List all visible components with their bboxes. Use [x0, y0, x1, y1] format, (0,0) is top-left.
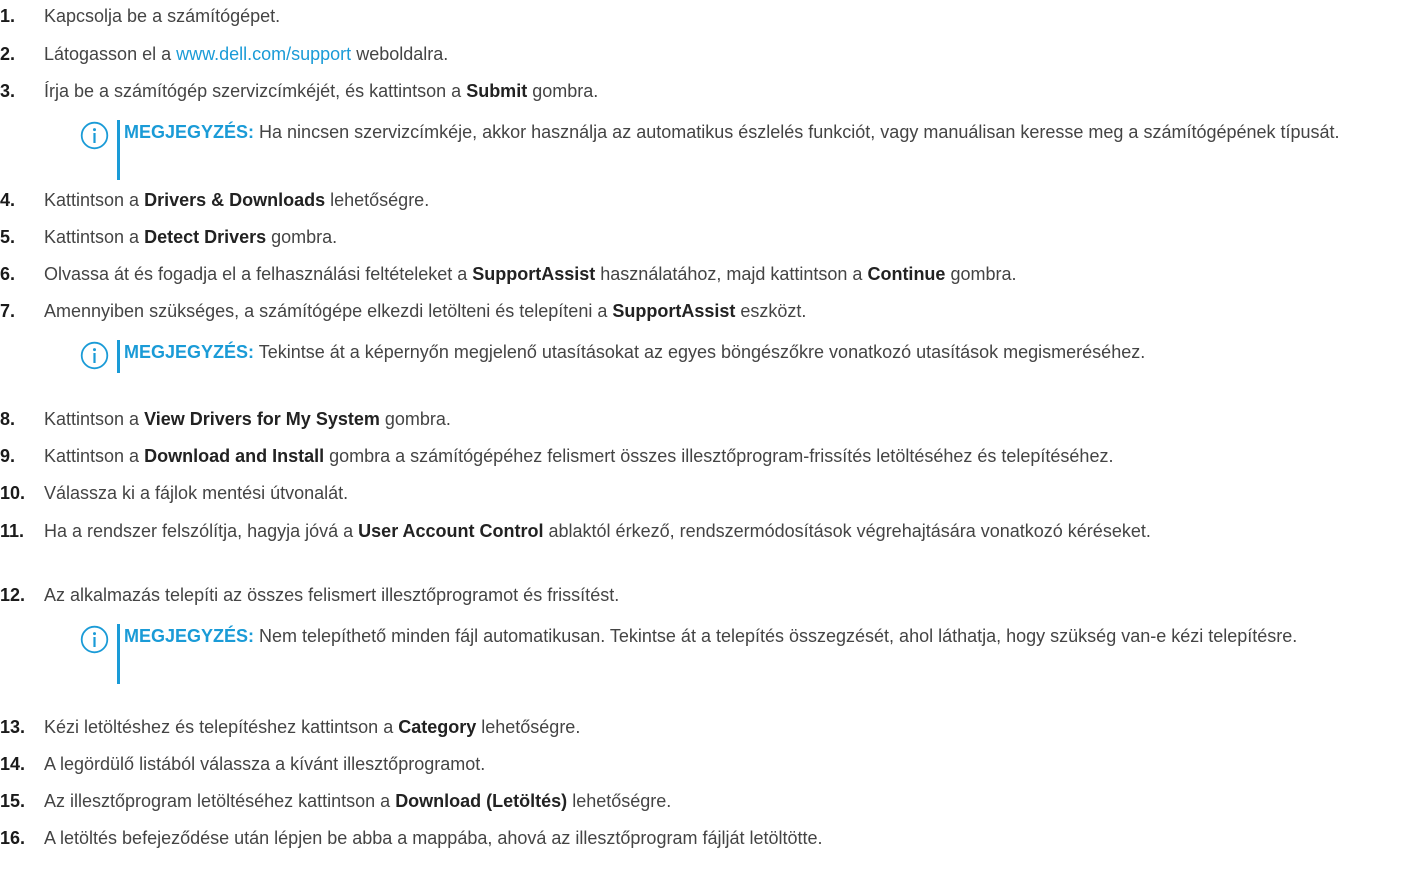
step-text-part: Kattintson a — [44, 409, 145, 429]
step-text: Kézi letöltéshez és telepítéshez kattint… — [44, 713, 1400, 741]
info-icon — [80, 625, 109, 654]
step-text-part: lehetőségre. — [325, 190, 430, 210]
support-link[interactable]: www.dell.com/support — [176, 44, 351, 64]
step-text-part: ablaktól érkező, rendszermódosítások vég… — [543, 521, 1151, 541]
note-box: MEGJEGYZÉS: Nem telepíthető minden fájl … — [80, 622, 1380, 684]
ui-term: Download (Letöltés) — [395, 791, 568, 811]
step-text: Kapcsolja be a számítógépet. — [44, 2, 1400, 30]
step-number: 1. — [0, 6, 16, 26]
step-text-part: Olvassa át és fogadja el a felhasználási… — [44, 264, 473, 284]
ui-term: SupportAssist — [612, 301, 736, 321]
step-number: 16. — [0, 828, 26, 848]
step-number: 15. — [0, 791, 26, 811]
step-text: Olvassa át és fogadja el a felhasználási… — [44, 260, 1400, 288]
step-text-part: Ha a rendszer felszólítja, hagyja jóvá a — [44, 521, 359, 541]
note-body: Ha nincsen szervizcímkéje, akkor használ… — [254, 122, 1340, 142]
step-text-part: A legördülő listából válassza a kívánt i… — [44, 754, 486, 774]
note-box: MEGJEGYZÉS: Ha nincsen szervizcímkéje, a… — [80, 118, 1380, 180]
note-text: MEGJEGYZÉS: Ha nincsen szervizcímkéje, a… — [124, 118, 1407, 147]
note-body: Nem telepíthető minden fájl automatikusa… — [254, 626, 1298, 646]
step-text-part: használatához, majd kattintson a — [595, 264, 868, 284]
note-label: MEGJEGYZÉS: — [124, 626, 255, 646]
step-text-part: eszközt. — [735, 301, 807, 321]
step-text: Kattintson a View Drivers for My System … — [44, 405, 1400, 433]
step-number: 12. — [0, 585, 26, 605]
step-number: 13. — [0, 717, 26, 737]
step-text: Kattintson a Drivers & Downloads lehetős… — [44, 186, 1400, 214]
step-text-part: gombra. — [379, 409, 451, 429]
step-text-part: Az illesztőprogram letöltéséhez kattints… — [44, 791, 396, 811]
step-text: Kattintson a Detect Drivers gombra. — [44, 223, 1400, 251]
step-text: Válassza ki a fájlok mentési útvonalát. — [44, 479, 1400, 507]
step-number: 10. — [0, 483, 26, 503]
step-text-part: Válassza ki a fájlok mentési útvonalát. — [44, 483, 349, 503]
step-number: 7. — [0, 301, 16, 321]
step-number: 3. — [0, 81, 16, 101]
note-accent-bar — [117, 340, 120, 373]
ui-term: Submit — [466, 81, 528, 101]
step-text-part: gombra. — [945, 264, 1017, 284]
step-number: 6. — [0, 264, 16, 284]
step-text: A letöltés befejeződése után lépjen be a… — [44, 824, 1400, 852]
ui-term: Continue — [867, 264, 946, 284]
step-number: 11. — [0, 521, 25, 541]
step-text: Ha a rendszer felszólítja, hagyja jóvá a… — [44, 517, 1400, 545]
info-icon — [80, 341, 109, 370]
step-number: 8. — [0, 409, 16, 429]
ui-term: Detect Drivers — [144, 227, 267, 247]
ui-term: Download and Install — [144, 446, 325, 466]
step-text: Kattintson a Download and Install gombra… — [44, 442, 1400, 470]
step-text-part: gombra a számítógépéhez felismert összes… — [324, 446, 1114, 466]
step-text-part: gombra. — [527, 81, 599, 101]
step-number: 9. — [0, 446, 16, 466]
step-text-part: A letöltés befejeződése után lépjen be a… — [44, 828, 823, 848]
note-text: MEGJEGYZÉS: Tekintse át a képernyőn megj… — [124, 338, 1407, 367]
step-text-part: gombra. — [266, 227, 338, 247]
step-number: 4. — [0, 190, 16, 210]
ui-term: View Drivers for My System — [144, 409, 380, 429]
step-text-part: Kattintson a — [44, 190, 145, 210]
step-number: 14. — [0, 754, 26, 774]
step-text-part: lehetőségre. — [476, 717, 581, 737]
step-text-part: Látogasson el a — [44, 44, 177, 64]
note-label: MEGJEGYZÉS: — [124, 342, 255, 362]
info-icon — [80, 121, 109, 150]
note-accent-bar — [117, 120, 120, 180]
ui-term: SupportAssist — [472, 264, 596, 284]
ui-term: Category — [398, 717, 477, 737]
step-number: 5. — [0, 227, 16, 247]
note-label: MEGJEGYZÉS: — [124, 122, 255, 142]
step-text: Amennyiben szükséges, a számítógépe elke… — [44, 297, 1400, 325]
step-text-part: Írja be a számítógép szervizcímkéjét, és… — [44, 81, 467, 101]
step-text: Az illesztőprogram letöltéséhez kattints… — [44, 787, 1400, 815]
step-text: Az alkalmazás telepíti az összes felisme… — [44, 581, 1400, 609]
note-text: MEGJEGYZÉS: Nem telepíthető minden fájl … — [124, 622, 1384, 651]
step-text-part: Az alkalmazás telepíti az összes felisme… — [44, 585, 620, 605]
step-text-part: lehetőségre. — [567, 791, 672, 811]
note-box: MEGJEGYZÉS: Tekintse át a képernyőn megj… — [80, 338, 1380, 373]
step-text-part: Amennyiben szükséges, a számítógépe elke… — [44, 301, 613, 321]
step-text: A legördülő listából válassza a kívánt i… — [44, 750, 1400, 778]
step-number: 2. — [0, 44, 16, 64]
step-text-part: Kapcsolja be a számítógépet. — [44, 6, 281, 26]
ui-term: Drivers & Downloads — [144, 190, 326, 210]
step-text-part: weboldalra. — [351, 44, 449, 64]
ui-term: User Account Control — [358, 521, 544, 541]
step-text: Látogasson el a www.dell.com/support web… — [44, 40, 1400, 68]
step-text-part: Kattintson a — [44, 446, 145, 466]
step-text-part: Kattintson a — [44, 227, 145, 247]
step-text: Írja be a számítógép szervizcímkéjét, és… — [44, 77, 1400, 105]
note-accent-bar — [117, 624, 120, 684]
note-body: Tekintse át a képernyőn megjelenő utasít… — [254, 342, 1146, 362]
step-text-part: Kézi letöltéshez és telepítéshez kattint… — [44, 717, 399, 737]
